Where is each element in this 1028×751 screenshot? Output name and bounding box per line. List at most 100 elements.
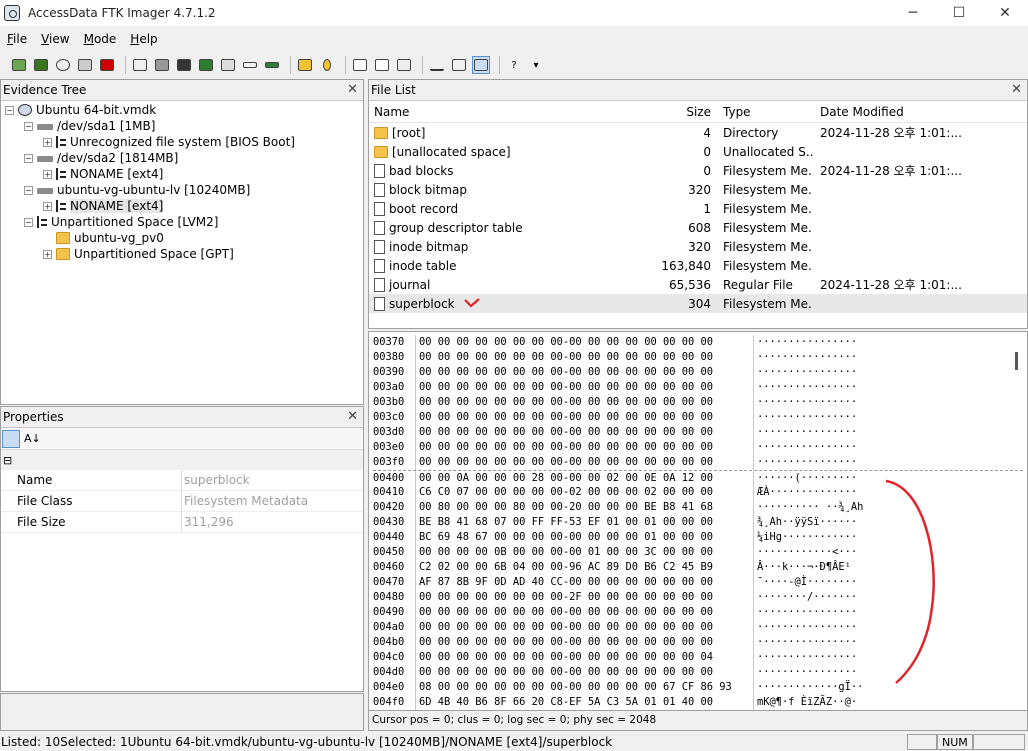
tree-item[interactable]: − ubuntu-vg-ubuntu-lv [10240MB] <box>1 182 363 198</box>
property-row[interactable]: Name superblock <box>1 469 363 491</box>
tree-item[interactable]: + NONAME [ext4] <box>1 166 363 182</box>
property-row[interactable]: File Class Filesystem Metadata <box>1 490 363 512</box>
auto-view-icon[interactable] <box>428 56 446 74</box>
property-row[interactable]: File Size 311,296 <box>1 511 363 533</box>
tree-item[interactable]: ubuntu-vg_pv0 <box>1 230 363 246</box>
tree-item-label: NONAME [ext4] <box>70 167 164 181</box>
sort-alphabetical-icon[interactable]: A↓ <box>24 432 41 445</box>
disk-icon <box>37 124 53 130</box>
file-row[interactable]: block bitmap 320 Filesystem Me... <box>369 180 1027 199</box>
column-date-modified[interactable]: Date Modified <box>813 105 963 119</box>
file-row[interactable]: [unallocated space] 0 Unallocated S... <box>369 142 1027 161</box>
collapse-icon[interactable]: − <box>24 217 33 227</box>
column-type[interactable]: Type <box>715 105 813 119</box>
file-row[interactable]: journal 65,536 Regular File 2024-11-28 오후 1… <box>369 275 1027 294</box>
hex-row: 00380 00 00 00 00 00 00 00 00-00 00 00 00… <box>373 350 1023 365</box>
tree-item[interactable]: − /dev/sda2 [1814MB] <box>1 150 363 166</box>
collapse-icon[interactable]: − <box>24 185 33 195</box>
file-row[interactable]: [root] 4 Directory 2024-11-28 오후 1:01:... <box>369 123 1027 142</box>
expand-icon[interactable]: + <box>43 201 52 211</box>
create-disk-image-icon[interactable] <box>131 56 149 74</box>
tree-item[interactable]: + NONAME [ext4] <box>1 198 363 214</box>
file-type: Directory <box>723 125 779 140</box>
property-value: 311,296 <box>181 511 363 533</box>
file-size: 608 <box>688 220 711 235</box>
close-icon[interactable]: ✕ <box>347 82 358 97</box>
scrollbar-thumb[interactable] <box>1015 352 1018 370</box>
file-type: Filesystem Me... <box>723 220 813 235</box>
hex-addr: 003a0 <box>373 381 405 393</box>
close-icon[interactable]: ✕ <box>1011 82 1022 97</box>
hex-view-icon[interactable] <box>472 56 490 74</box>
maximize-button[interactable]: ☐ <box>936 0 982 26</box>
column-size[interactable]: Size <box>617 105 715 119</box>
export-logical-image-icon[interactable] <box>175 56 193 74</box>
help-icon[interactable]: ? <box>505 56 523 74</box>
export-hash-list-icon[interactable] <box>373 56 391 74</box>
collapse-icon[interactable]: − <box>24 121 33 131</box>
tree-item[interactable]: − Unpartitioned Space [LVM2] <box>1 214 363 230</box>
hex-addr: 00490 <box>373 606 405 618</box>
create-custom-content-icon[interactable] <box>197 56 215 74</box>
column-name[interactable]: Name <box>369 105 617 119</box>
file-row[interactable]: inode table 163,840 Filesystem Me... <box>369 256 1027 275</box>
file-row[interactable]: bad blocks 0 Filesystem Me... 2024-11-28 오후… <box>369 161 1027 180</box>
export-files-icon[interactable] <box>351 56 369 74</box>
menu-help[interactable]: Help <box>123 32 164 46</box>
menu-mode[interactable]: Mode <box>77 32 124 46</box>
minimize-button[interactable]: ─ <box>890 0 936 26</box>
export-disk-image-icon[interactable] <box>153 56 171 74</box>
decrypt-icon[interactable] <box>241 56 259 74</box>
remove-evidence-icon[interactable] <box>76 56 94 74</box>
hex-bytes: 00 00 00 00 00 00 00 00-00 00 00 00 00 0… <box>415 350 753 365</box>
file-name: inode bitmap <box>389 239 469 254</box>
categorized-icon[interactable] <box>2 429 20 448</box>
collapse-icon[interactable]: − <box>5 105 14 115</box>
close-icon[interactable]: ✕ <box>347 409 358 424</box>
hex-row: 003e0 00 00 00 00 00 00 00 00-00 00 00 00… <box>373 440 1023 455</box>
expand-icon[interactable]: + <box>43 169 52 179</box>
file-row[interactable]: boot record 1 Filesystem Me... <box>369 199 1027 218</box>
remove-all-evidence-icon[interactable] <box>98 56 116 74</box>
toolbar-separator <box>290 56 291 74</box>
collapse-icon[interactable]: − <box>24 153 33 163</box>
expand-icon[interactable]: + <box>43 249 52 259</box>
tree-item[interactable]: + Unrecognized file system [BIOS Boot] <box>1 134 363 150</box>
hex-bytes: 00 00 00 00 00 00 00 00-00 00 00 00 00 0… <box>415 365 753 380</box>
tree-item[interactable]: − Ubuntu 64-bit.vmdk <box>1 102 363 118</box>
export-directory-listing-icon[interactable] <box>395 56 413 74</box>
chevron-down-icon[interactable]: ▾ <box>527 56 545 74</box>
file-size: 65,536 <box>669 277 711 292</box>
detect-efs-icon[interactable] <box>296 56 314 74</box>
key-icon[interactable] <box>318 56 336 74</box>
menu-file[interactable]: File <box>0 32 34 46</box>
file-row[interactable]: superblock 304 Filesystem Me... <box>369 294 1027 313</box>
add-evidence-icon[interactable] <box>10 56 28 74</box>
hex-ascii: ················ <box>753 605 873 620</box>
hex-bytes: 08 00 00 00 00 00 00 00-00 00 00 00 00 6… <box>415 680 753 695</box>
memory-capture-icon[interactable] <box>263 56 281 74</box>
hex-ascii: ················ <box>753 380 873 395</box>
add-to-custom-content-icon[interactable] <box>219 56 237 74</box>
text-view-icon[interactable] <box>450 56 468 74</box>
file-size: 0 <box>703 163 711 178</box>
status-box-scroll <box>973 734 1025 750</box>
toolbar-separator <box>499 56 500 74</box>
image-mounting-icon[interactable] <box>54 56 72 74</box>
hex-ascii: ÆÀ·············· <box>753 485 873 500</box>
hex-ascii: ·········· ··¾¸Ah <box>753 500 873 515</box>
hex-row: 004f0 6D 4B 40 B6 8F 66 20 C8-EF 5A C3 5A… <box>373 695 1023 710</box>
add-all-attached-icon[interactable] <box>32 56 50 74</box>
file-row[interactable]: inode bitmap 320 Filesystem Me... <box>369 237 1027 256</box>
tree-item[interactable]: + Unpartitioned Space [GPT] <box>1 246 363 262</box>
collapse-icon[interactable]: ⊟ <box>1 450 363 470</box>
toolbar-separator <box>125 56 126 74</box>
folder-icon <box>56 248 70 260</box>
file-row[interactable]: group descriptor table 608 Filesystem Me..… <box>369 218 1027 237</box>
hex-addr: 00430 <box>373 516 405 528</box>
tree-item[interactable]: − /dev/sda1 [1MB] <box>1 118 363 134</box>
title-bar: AccessData FTK Imager 4.7.1.2 ─ ☐ ✕ <box>0 0 1028 26</box>
expand-icon[interactable]: + <box>43 137 52 147</box>
close-button[interactable]: ✕ <box>982 0 1028 26</box>
menu-view[interactable]: View <box>34 32 76 46</box>
